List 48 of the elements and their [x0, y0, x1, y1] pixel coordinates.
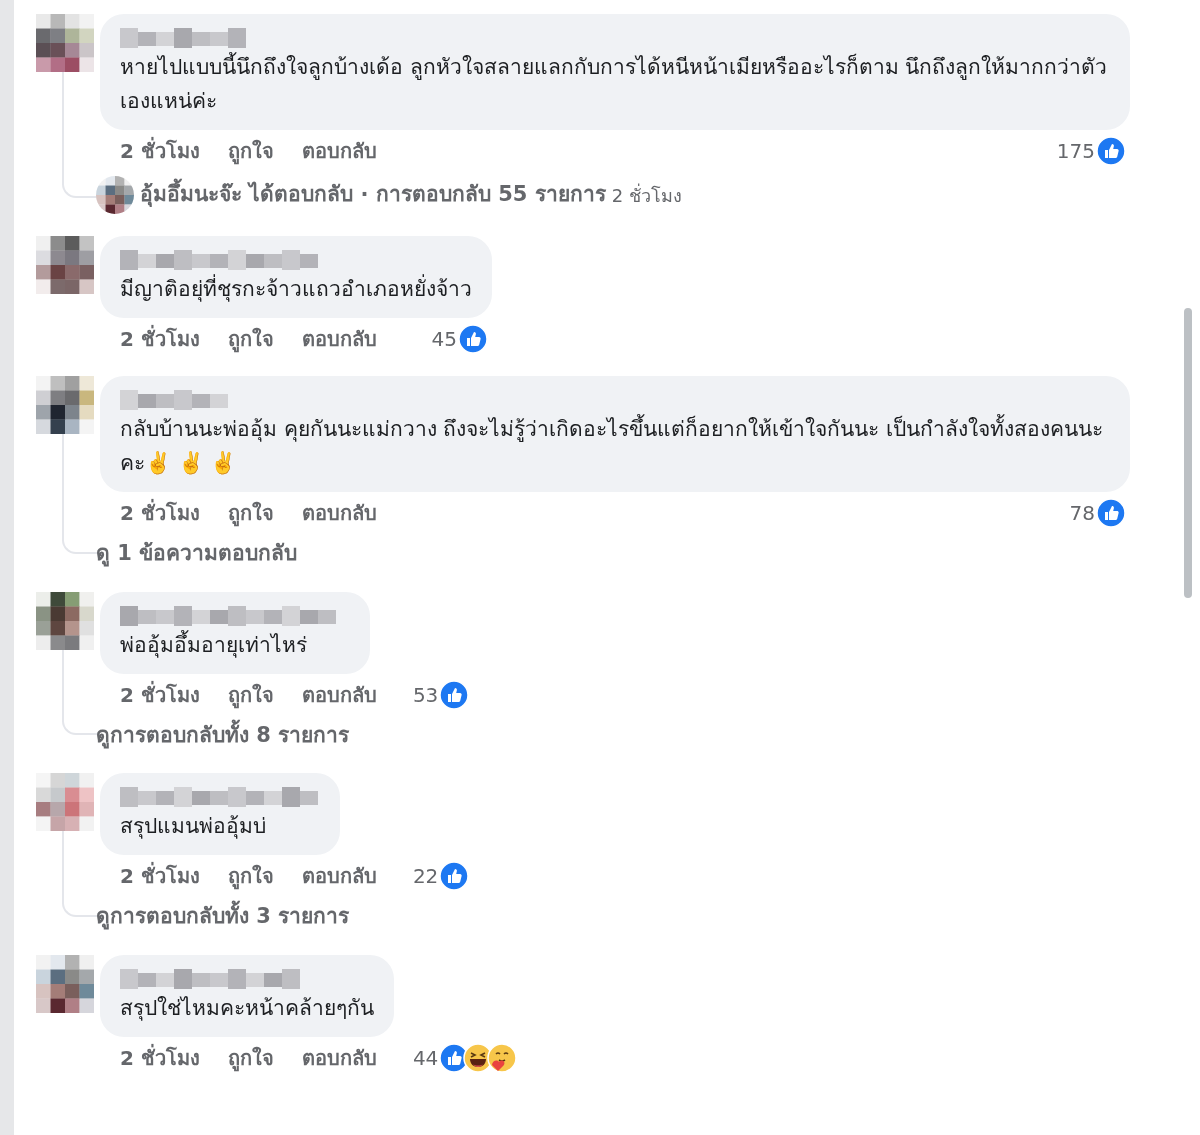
reaction-count[interactable]: 44: [412, 1042, 439, 1073]
avatar[interactable]: [36, 14, 94, 72]
comment-time[interactable]: 2 ชั่วโมง: [120, 1042, 200, 1073]
thumbs-up-icon: [439, 861, 470, 891]
reaction-count[interactable]: 45: [431, 324, 457, 354]
comment-text: สรุปใช่ไหมคะหน้าคล้ายๆกัน: [120, 994, 374, 1023]
comment-text: กลับบ้านนะพ่ออุ้ม คุยกันนะแม่กวาง ถึงจะไม่รู้ว่าเกิดอะไรขึ้นแต่ก็อยากให้เข้าใจกันนะ เป็นกำลังใจทั้งสองคนนะคะ✌ ✌ ✌: [120, 412, 1110, 480]
comment-time[interactable]: 2 ชั่วโมง: [120, 498, 200, 528]
scrollbar[interactable]: [1184, 308, 1192, 598]
comment-text: มีญาติอยุ่ที่ชุรกะจ้าวแถวอำเภอหยั่งจ้าว: [120, 272, 472, 306]
thumbs-up-icon: [1096, 498, 1126, 528]
view-replies-link[interactable]: ดูการตอบกลับทั้ง 3 รายการ: [96, 901, 350, 933]
reaction-count[interactable]: 78: [1069, 498, 1095, 528]
like-button[interactable]: ถูกใจ: [227, 679, 274, 710]
reply-button[interactable]: ตอบกลับ: [301, 324, 377, 354]
view-replies-link[interactable]: ดูการตอบกลับทั้ง 8 รายการ: [96, 719, 350, 751]
thumbs-up-icon: [458, 324, 488, 354]
reaction-count[interactable]: 53: [412, 679, 439, 710]
reply-button[interactable]: ตอบกลับ: [301, 136, 377, 166]
like-button[interactable]: ถูกใจ: [227, 861, 274, 891]
comment-text: สรุปแมนพ่ออุ้มบ่: [120, 813, 267, 841]
thumbs-up-icon: [1096, 136, 1126, 166]
comment-time[interactable]: 2 ชั่วโมง: [120, 136, 200, 166]
comment-time[interactable]: 2 ชั่วโมง: [120, 679, 200, 710]
avatar[interactable]: [36, 954, 94, 1013]
view-replies-link[interactable]: ดู 1 ข้อความตอบกลับ: [96, 538, 298, 570]
reaction-count[interactable]: 22: [412, 861, 439, 891]
comment-text: พ่ออุ้มอึ้มอายุเท่าไหร่: [120, 629, 308, 660]
reply-time: 2 ชั่วโมง: [611, 182, 682, 208]
reply-button[interactable]: ตอบกลับ: [301, 1042, 377, 1073]
like-button[interactable]: ถูกใจ: [227, 1042, 274, 1073]
hugging-face-icon: [487, 1042, 518, 1073]
avatar[interactable]: [36, 236, 94, 294]
like-button[interactable]: ถูกใจ: [227, 136, 274, 166]
comment-text: หายไปแบบนี้นึกถึงใจลูกบ้างเด้อ ลูกหัวใจสลายแลกกับการได้หนีหน้าเมียหรืออะไรก็ตาม นึกถึงลูกให้มากกว่าตัวเองแหน่ค่ะ: [120, 50, 1110, 118]
like-button[interactable]: ถูกใจ: [227, 498, 274, 528]
reply-button[interactable]: ตอบกลับ: [301, 679, 377, 710]
comment-time[interactable]: 2 ชั่วโมง: [120, 324, 200, 354]
reaction-count[interactable]: 175: [1056, 136, 1095, 166]
avatar[interactable]: [36, 376, 94, 434]
comment-time[interactable]: 2 ชั่วโมง: [120, 861, 200, 891]
like-button[interactable]: ถูกใจ: [227, 324, 274, 354]
avatar[interactable]: [36, 591, 94, 650]
reply-button[interactable]: ตอบกลับ: [301, 861, 377, 891]
view-replies-link[interactable]: อุ้มอึ้มนะจ๊ะ ได้ตอบกลับ · การตอบกลับ 55 รายการ: [140, 179, 606, 211]
thumbs-up-icon: [439, 679, 470, 710]
avatar[interactable]: [96, 176, 134, 214]
reply-button[interactable]: ตอบกลับ: [301, 498, 377, 528]
